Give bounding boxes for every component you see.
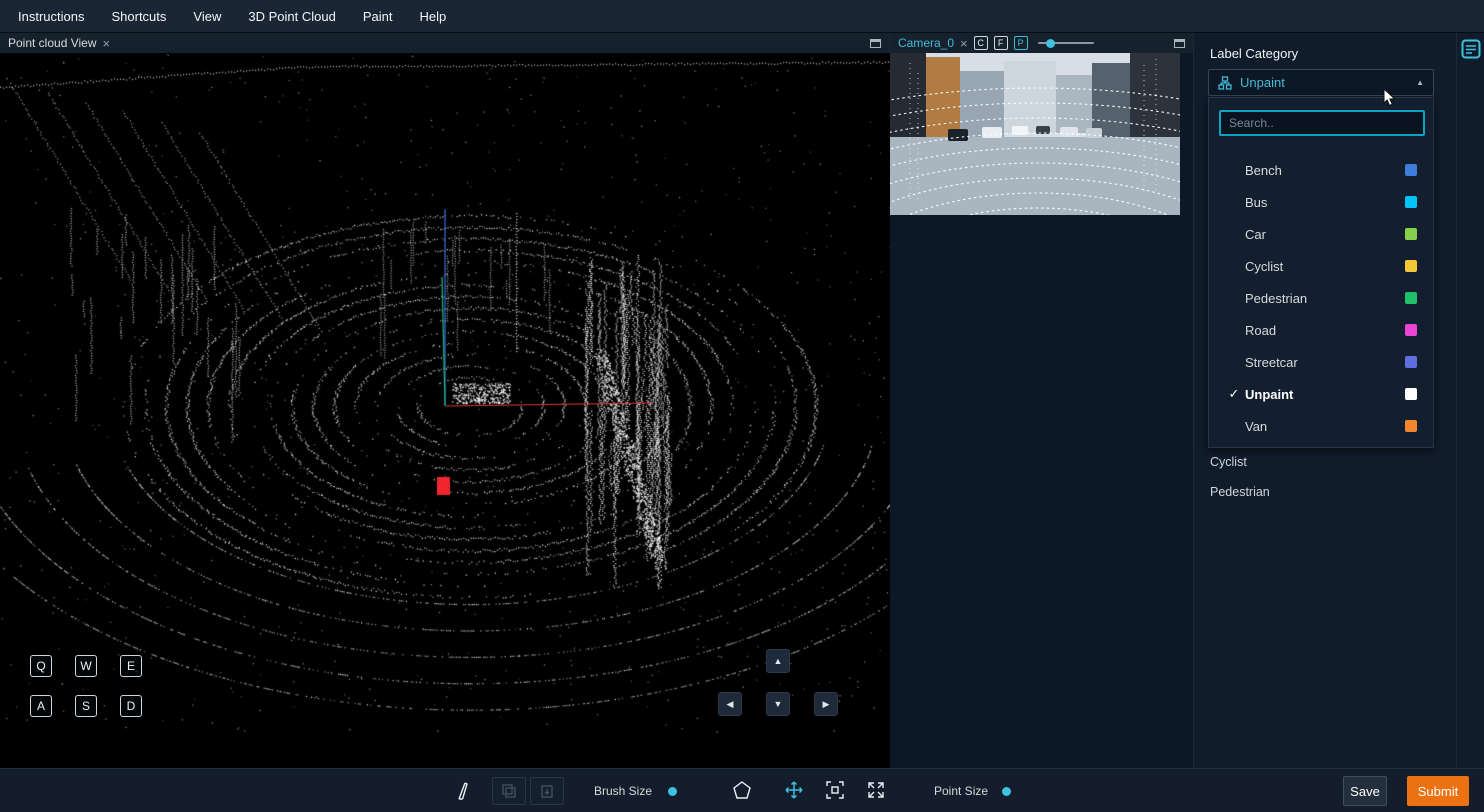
maximize-icon[interactable]: [870, 39, 881, 48]
point-size-knob[interactable]: [1002, 787, 1011, 796]
polygon-tool-icon[interactable]: [732, 780, 752, 800]
label-category-title: Label Category: [1210, 46, 1298, 61]
category-dropdown-panel: Bench Bus Car Cyclist: [1208, 97, 1434, 448]
point-cloud-panel: Point cloud View × Q W E A S D ▲ ◀ ▼ ▶: [0, 33, 890, 768]
category-option-bench[interactable]: Bench: [1209, 154, 1433, 186]
category-search-input[interactable]: [1219, 110, 1425, 136]
frame-label-pedestrian[interactable]: Pedestrian: [1210, 485, 1270, 499]
category-option-unpaint[interactable]: ✓ Unpaint: [1209, 378, 1433, 410]
category-swatch: [1405, 260, 1417, 272]
camera-tab-close-icon[interactable]: ×: [960, 37, 968, 50]
camera-opacity-knob[interactable]: [1046, 39, 1055, 48]
fullscreen-expand-icon[interactable]: [866, 780, 886, 800]
camera-toggle-c[interactable]: C: [974, 36, 988, 50]
category-label: Car: [1245, 227, 1266, 242]
chevron-up-icon[interactable]: ▲: [1416, 78, 1424, 87]
hotkey-d: D: [120, 695, 142, 717]
camera-toggle-f[interactable]: F: [994, 36, 1008, 50]
label-sidebar: Label Category Unpaint ▲ Bench: [1193, 33, 1456, 768]
bottom-toolbar: Brush Size Point Size Save Su: [0, 768, 1484, 812]
brush-pencil-icon[interactable]: [452, 780, 472, 802]
menu-item-help[interactable]: Help: [419, 9, 446, 24]
paste-button[interactable]: [530, 777, 564, 805]
camera-toggle-p[interactable]: P: [1014, 36, 1028, 50]
category-swatch: [1405, 420, 1417, 432]
category-label: Van: [1245, 419, 1267, 434]
hotkey-a: A: [30, 695, 52, 717]
camera-panel: Camera_0 × C F P: [890, 33, 1193, 768]
category-label: Cyclist: [1245, 259, 1283, 274]
camera-tab-label: Camera_0: [898, 36, 954, 50]
category-option-road[interactable]: Road: [1209, 314, 1433, 346]
category-swatch: [1405, 164, 1417, 176]
hotkey-s: S: [75, 695, 97, 717]
category-label: Pedestrian: [1245, 291, 1307, 306]
category-dropdown[interactable]: Unpaint ▲: [1208, 69, 1434, 96]
category-label: Bench: [1245, 163, 1282, 178]
category-swatch: [1405, 292, 1417, 304]
category-swatch: [1405, 324, 1417, 336]
category-tree-icon: [1218, 76, 1232, 90]
category-label: Unpaint: [1245, 387, 1293, 402]
menu-item-instructions[interactable]: Instructions: [18, 9, 84, 24]
right-rail: [1456, 33, 1484, 768]
category-option-van[interactable]: Van: [1209, 410, 1433, 442]
category-swatch: [1405, 356, 1417, 368]
hotkey-q: Q: [30, 655, 52, 677]
category-option-car[interactable]: Car: [1209, 218, 1433, 250]
category-list: Bench Bus Car Cyclist: [1209, 154, 1433, 442]
save-button[interactable]: Save: [1343, 776, 1387, 806]
brush-size-label: Brush Size: [594, 784, 652, 798]
category-swatch: [1405, 228, 1417, 240]
menu-item-view[interactable]: View: [193, 9, 221, 24]
camera-image[interactable]: [890, 53, 1180, 215]
submit-button[interactable]: Submit: [1407, 776, 1469, 806]
category-label: Road: [1245, 323, 1276, 338]
nav-up-button[interactable]: ▲: [766, 649, 790, 673]
hotkey-e: E: [120, 655, 142, 677]
menubar: Instructions Shortcuts View 3D Point Clo…: [0, 0, 1484, 33]
menu-item-shortcuts[interactable]: Shortcuts: [111, 9, 166, 24]
point-cloud-tab-close-icon[interactable]: ×: [103, 37, 111, 50]
category-dropdown-value: Unpaint: [1240, 75, 1285, 90]
app-window: Instructions Shortcuts View 3D Point Clo…: [0, 0, 1484, 812]
hotkey-w: W: [75, 655, 97, 677]
category-label: Streetcar: [1245, 355, 1298, 370]
point-cloud-tabbar: Point cloud View ×: [0, 33, 889, 53]
copy-button[interactable]: [492, 777, 526, 805]
menu-item-3d-point-cloud[interactable]: 3D Point Cloud: [248, 9, 335, 24]
camera-tabbar: Camera_0 × C F P: [890, 33, 1193, 53]
category-label: Bus: [1245, 195, 1267, 210]
fit-frame-icon[interactable]: [825, 780, 845, 800]
clipboard-group: [492, 777, 564, 805]
category-swatch: [1405, 388, 1417, 400]
checkmark-icon: ✓: [1223, 386, 1245, 402]
nav-down-button[interactable]: ▼: [766, 692, 790, 716]
camera-opacity-slider[interactable]: [1038, 42, 1094, 44]
category-option-cyclist[interactable]: Cyclist: [1209, 250, 1433, 282]
nav-left-button[interactable]: ◀: [718, 692, 742, 716]
category-option-bus[interactable]: Bus: [1209, 186, 1433, 218]
brush-size-knob[interactable]: [668, 787, 677, 796]
menu-item-paint[interactable]: Paint: [363, 9, 393, 24]
nav-right-button[interactable]: ▶: [814, 692, 838, 716]
point-size-label: Point Size: [934, 784, 988, 798]
move-tool-icon[interactable]: [784, 780, 804, 800]
category-option-streetcar[interactable]: Streetcar: [1209, 346, 1433, 378]
category-option-pedestrian[interactable]: Pedestrian: [1209, 282, 1433, 314]
panel-list-icon[interactable]: [1461, 39, 1481, 59]
category-swatch: [1405, 196, 1417, 208]
point-cloud-tab-label: Point cloud View: [8, 36, 97, 50]
frame-label-cyclist[interactable]: Cyclist: [1210, 455, 1247, 469]
camera-maximize-icon[interactable]: [1174, 39, 1185, 48]
